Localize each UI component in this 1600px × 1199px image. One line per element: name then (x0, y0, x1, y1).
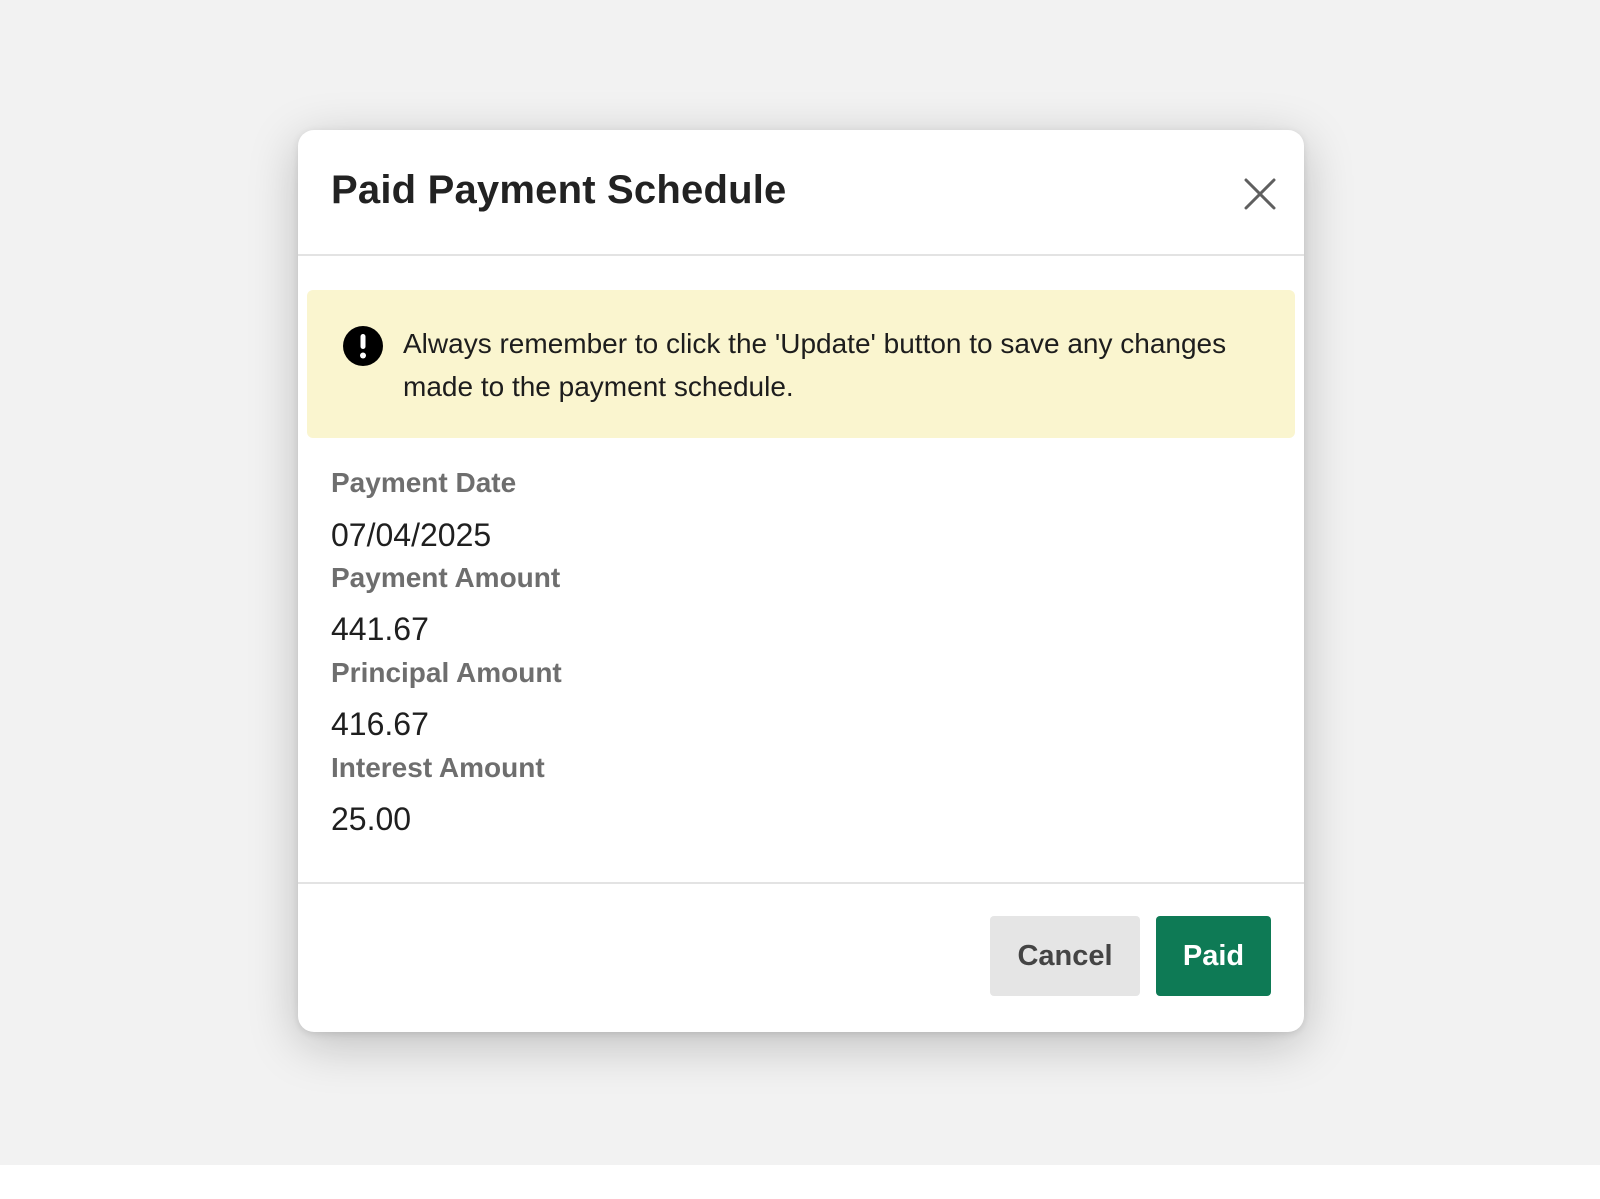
paid-payment-schedule-dialog: Paid Payment Schedule Always remember to… (298, 130, 1304, 1032)
payment-date-value: 07/04/2025 (331, 517, 492, 553)
interest-amount-value: 25.00 (331, 801, 412, 837)
paid-button[interactable]: Paid (1156, 916, 1271, 996)
dialog-header: Paid Payment Schedule (298, 130, 1304, 256)
principal-amount-label: Principal Amount (331, 657, 562, 688)
payment-date-label: Payment Date (331, 467, 517, 498)
close-icon (1244, 178, 1276, 210)
dialog-title: Paid Payment Schedule (331, 168, 787, 212)
close-button[interactable] (1238, 172, 1282, 216)
alert-message: Always remember to click the 'Update' bu… (403, 328, 1227, 402)
cancel-button[interactable]: Cancel (990, 916, 1140, 996)
payment-amount-label: Payment Amount (331, 562, 561, 593)
interest-amount-label: Interest Amount (331, 752, 545, 783)
principal-amount-value: 416.67 (331, 706, 429, 742)
exclamation-circle-icon (343, 326, 383, 366)
update-reminder-alert: Always remember to click the 'Update' bu… (307, 290, 1295, 438)
dialog-footer: Cancel Paid (298, 882, 1304, 1032)
payment-amount-value: 441.67 (331, 611, 429, 647)
